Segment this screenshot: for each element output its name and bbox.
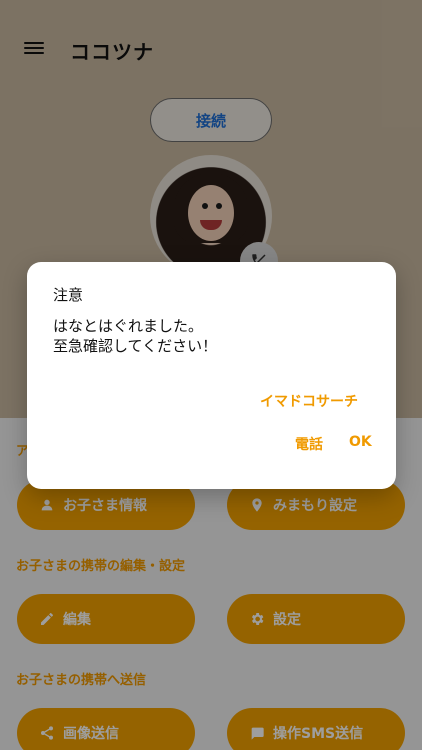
dialog-message: はなとはぐれました。 至急確認してください！ (53, 316, 217, 356)
alert-dialog: 注意 はなとはぐれました。 至急確認してください！ イマドコサーチ 電話 OK (27, 262, 396, 489)
dialog-title: 注意 (53, 286, 84, 304)
imadoko-search-button[interactable]: イマドコサーチ (260, 391, 358, 411)
app-screen: ココツナ 接続 ア お子さま情報 みまもり設定 お子さまの携帯の編集・設定 編集… (0, 0, 422, 750)
dialog-message-line2: 至急確認してください！ (53, 337, 218, 355)
dialog-message-line1: はなとはぐれました。 (53, 317, 204, 335)
ok-button[interactable]: OK (349, 434, 372, 450)
call-button[interactable]: 電話 (295, 434, 323, 454)
